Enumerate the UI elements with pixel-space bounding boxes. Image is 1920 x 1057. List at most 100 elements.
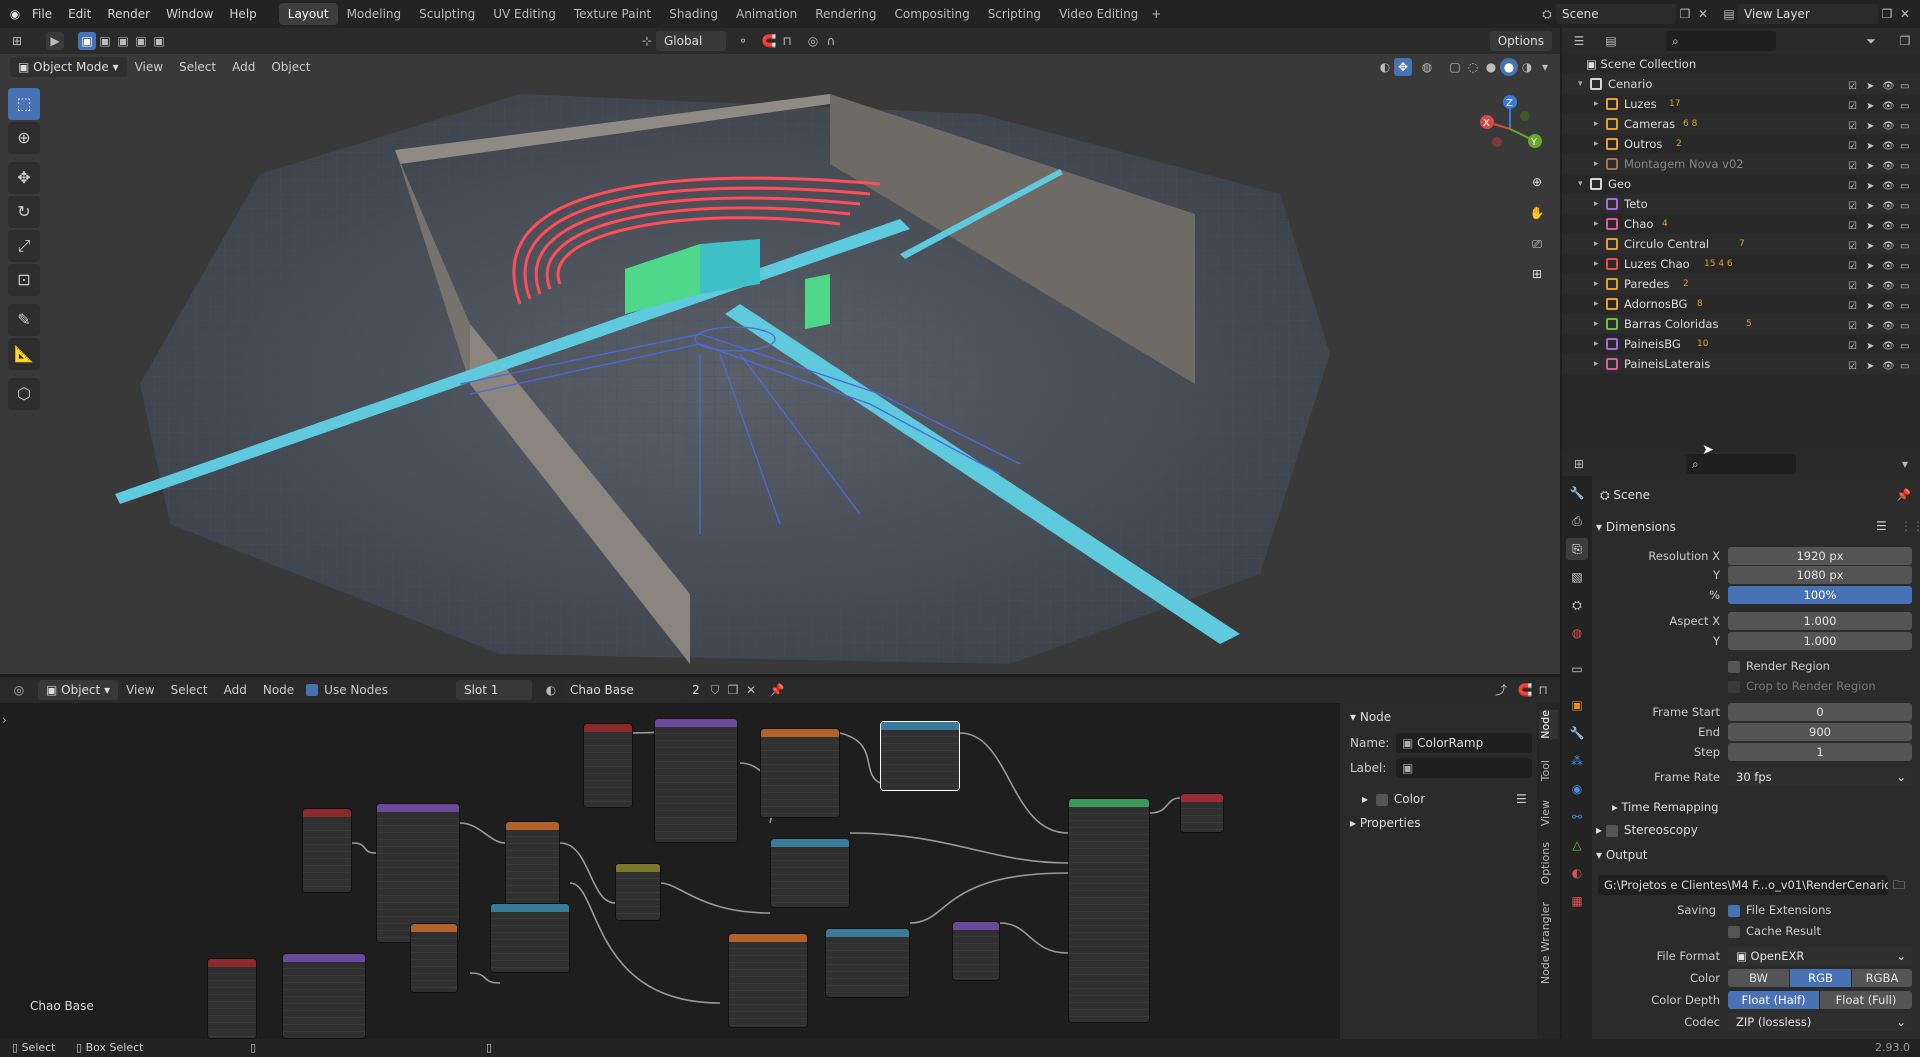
tab-video-editing[interactable]: Video Editing	[1050, 3, 1147, 25]
tab-compositing[interactable]: Compositing	[885, 3, 978, 25]
snap-node-icon[interactable]: 🧲	[1516, 681, 1534, 699]
expand-arrow-icon[interactable]: ▸	[1594, 314, 1599, 334]
camera-view-icon[interactable]: ⎚	[1528, 235, 1546, 253]
expand-arrow-icon[interactable]: ▸	[1594, 94, 1599, 114]
select-mode-extend-icon[interactable]: ▣	[96, 32, 114, 50]
tab-texture-paint[interactable]: Texture Paint	[565, 3, 660, 25]
shader-type-dropdown[interactable]: ▣ Object ▾	[38, 680, 119, 700]
outliner-row-label[interactable]: Luzes	[1624, 94, 1657, 114]
outliner-row-label[interactable]: Barras Coloridas	[1624, 314, 1718, 334]
image-texture-node-3[interactable]	[728, 933, 808, 1028]
outliner-row-cameras[interactable]: ▸ Cameras 6 8 ☑ ➤ 👁 ▭	[1562, 114, 1920, 134]
menu-window[interactable]: Window	[158, 0, 221, 28]
snap-node-options-icon[interactable]: ⊓	[1534, 681, 1552, 699]
tab-shading[interactable]: Shading	[660, 3, 727, 25]
outliner-row-montagem-nova-v02[interactable]: ▸ Montagem Nova v02 ☑ ➤ 👁 ▭	[1562, 154, 1920, 174]
expand-arrow-icon[interactable]: ▸	[1594, 134, 1599, 154]
outliner-row-adornosbg[interactable]: ▸ AdornosBG 8 ☑ ➤ 👁 ▭	[1562, 294, 1920, 314]
colorramp-node-2[interactable]	[770, 838, 850, 908]
pin-icon[interactable]: 📌	[768, 681, 786, 699]
outliner-row-circulo-central[interactable]: ▸ Circulo Central 7 ☑ ➤ 👁 ▭	[1562, 234, 1920, 254]
crop-region-row[interactable]: Crop to Render Region	[1728, 679, 1876, 693]
texcoord-node-3[interactable]	[207, 958, 257, 1039]
output-path-field[interactable]: G:\Projetos e Clientes\M4 F...o_v01\Rend…	[1598, 875, 1888, 895]
expand-arrow-icon[interactable]: ▸	[1594, 334, 1599, 354]
outliner-row-label[interactable]: Chao	[1624, 214, 1653, 234]
outliner-row-label[interactable]: PaineisLaterais	[1624, 354, 1710, 374]
cache-result-row[interactable]: Cache Result	[1728, 924, 1821, 938]
frame-step-field[interactable]: 1	[1728, 743, 1912, 761]
material-preview-icon[interactable]: ◐	[542, 681, 560, 699]
expand-arrow-icon[interactable]: ▾	[1578, 74, 1583, 94]
shader-node-editor[interactable]: Chao Base ›	[0, 703, 1560, 1039]
slot-dropdown[interactable]: Slot 1	[455, 680, 532, 700]
scene-collection-row[interactable]: ▣ Scene Collection	[1562, 54, 1920, 74]
view-layer-icon[interactable]: ▤	[1720, 5, 1738, 23]
snap-icon[interactable]: 🧲	[760, 32, 778, 50]
outliner-row-label[interactable]: Circulo Central	[1624, 234, 1709, 254]
blender-logo-icon[interactable]: ◉	[6, 5, 24, 23]
file-extensions-checkbox[interactable]	[1728, 904, 1740, 917]
tab-modeling[interactable]: Modeling	[338, 3, 411, 25]
stereoscopy-checkbox[interactable]	[1605, 824, 1618, 837]
expand-arrow-icon[interactable]: ▸	[1594, 234, 1599, 254]
falloff-icon[interactable]: ∩	[822, 32, 840, 50]
expand-arrow-icon[interactable]: ▸	[1594, 354, 1599, 374]
outliner-row-label[interactable]: Cenario	[1608, 74, 1652, 94]
mapping-node-3[interactable]	[282, 953, 366, 1039]
material-shading-icon[interactable]: ●	[1500, 58, 1518, 76]
outliner-row-label[interactable]: Montagem Nova v02	[1624, 154, 1744, 174]
annotate-tool-icon[interactable]: ✎	[8, 304, 40, 336]
outliner-row-label[interactable]: Luzes Chao	[1624, 254, 1690, 274]
gizmo-toggle-icon[interactable]: ✥	[1394, 58, 1412, 76]
codec-dropdown[interactable]: ZIP (lossless) ⌄	[1728, 1013, 1912, 1031]
parent-node-tree-icon[interactable]: ⤴	[1492, 681, 1510, 699]
bump-node[interactable]	[952, 921, 1000, 981]
object-mode-dropdown[interactable]: ▣ Object Mode ▾	[10, 57, 127, 77]
outliner-editor-icon[interactable]: ☰	[1570, 32, 1588, 50]
aspect-y-field[interactable]: 1.000	[1728, 632, 1912, 650]
image-texture-node[interactable]	[505, 821, 560, 909]
render-toggle-icon[interactable]: ▭	[1900, 357, 1909, 377]
outliner-row-paineislaterais[interactable]: ▸ PaineisLaterais ☑ ➤ 👁 ▭	[1562, 354, 1920, 374]
crop-region-checkbox[interactable]	[1728, 680, 1740, 693]
outliner-row-chao[interactable]: ▸ Chao 4 ☑ ➤ 👁 ▭	[1562, 214, 1920, 234]
node-editor-type-icon[interactable]: ◎	[10, 681, 28, 699]
aspect-x-field[interactable]: 1.000	[1728, 612, 1912, 630]
expand-arrow-icon[interactable]: ▸	[1594, 154, 1599, 174]
expand-arrow-icon[interactable]: ▸	[1594, 254, 1599, 274]
colorramp-node-3[interactable]	[490, 903, 570, 973]
rotate-tool-icon[interactable]: ↻	[8, 196, 40, 228]
mapping-node-2[interactable]	[654, 718, 738, 843]
menu-render[interactable]: Render	[99, 0, 158, 28]
node-color-checkbox[interactable]	[1375, 793, 1388, 806]
texcoord-node[interactable]	[302, 808, 352, 893]
select-mode-intersect-icon[interactable]: ▣	[150, 32, 168, 50]
menu-file[interactable]: File	[24, 0, 60, 28]
expand-arrow-icon[interactable]: ▸	[1594, 294, 1599, 314]
browse-folder-icon[interactable]: 🗀	[1893, 876, 1905, 897]
tab-layout[interactable]: Layout	[278, 3, 338, 25]
node-label-field[interactable]: ▣	[1396, 758, 1532, 778]
scene-icon[interactable]: ⛭	[1538, 5, 1556, 23]
viewport-menu-select[interactable]: Select	[171, 57, 224, 77]
outliner-row-paineisbg[interactable]: ▸ PaineisBG 10 ☑ ➤ 👁 ▭	[1562, 334, 1920, 354]
texcoord-node-2[interactable]	[583, 723, 633, 808]
image-texture-node-2[interactable]	[760, 728, 840, 818]
transform-orientation-dropdown[interactable]: Global	[656, 31, 726, 51]
filter-icon[interactable]: ⏷	[1862, 32, 1880, 50]
constraints-tab-icon[interactable]: ⚯	[1566, 806, 1588, 828]
outliner-row-label[interactable]: AdornosBG	[1624, 294, 1687, 314]
ortho-toggle-icon[interactable]: ⊞	[1528, 265, 1546, 283]
frame-end-field[interactable]: 900	[1728, 723, 1912, 741]
shading-options-icon[interactable]: ▾	[1536, 58, 1554, 76]
scene-field[interactable]: Scene	[1556, 4, 1676, 24]
exclude-checkbox-icon[interactable]: ☑	[1848, 357, 1857, 377]
outliner-row-outros[interactable]: ▸ Outros 2 ☑ ➤ 👁 ▭	[1562, 134, 1920, 154]
frame-rate-dropdown[interactable]: 30 fps ⌄	[1728, 768, 1912, 786]
add-workspace-icon[interactable]: +	[1147, 5, 1165, 23]
options-dropdown[interactable]: Options	[1489, 31, 1552, 51]
material-name-field[interactable]: Chao Base	[563, 680, 684, 700]
mapping-node[interactable]	[376, 803, 460, 943]
unlink-material-icon[interactable]: ✕	[742, 681, 760, 699]
